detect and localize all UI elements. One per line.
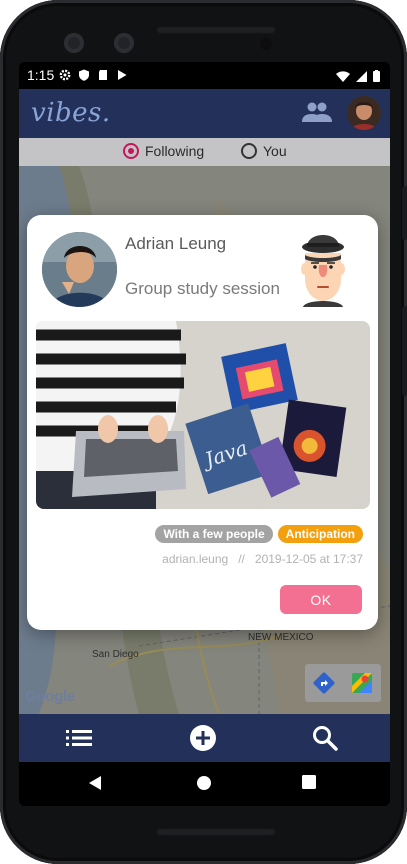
recents-button[interactable] [302, 775, 316, 794]
home-button[interactable] [196, 775, 212, 796]
signal-icon [356, 69, 367, 87]
screen: 1:15 vibes. Following You NEW MEXICO San… [19, 62, 390, 806]
recents-square-icon [302, 775, 316, 789]
google-maps-icon [352, 673, 372, 693]
battery-icon [373, 69, 380, 87]
system-navigation-bar [19, 762, 390, 806]
back-triangle-icon [89, 776, 101, 790]
sensor [260, 38, 272, 50]
map-toolbar [305, 664, 381, 702]
front-camera-2 [114, 33, 134, 53]
list-icon [66, 730, 92, 746]
study-photo: Java [36, 321, 370, 509]
home-circle-icon [197, 776, 211, 790]
post-tags: With a few people Anticipation [155, 525, 363, 543]
power-button [402, 186, 407, 240]
profile-avatar-button[interactable] [347, 96, 381, 130]
wifi-icon [336, 69, 350, 87]
add-circle-icon [190, 725, 216, 751]
post-dialog: Adrian Leung Group study session Java Wi… [27, 215, 378, 630]
sd-card-icon [97, 68, 109, 80]
directions-button[interactable] [305, 664, 343, 702]
bottom-navigation [19, 714, 390, 762]
volume-button [402, 306, 407, 396]
play-store-icon [116, 68, 128, 80]
mood-emoji-icon [291, 229, 355, 307]
filter-you-radio[interactable]: You [241, 143, 287, 159]
shield-icon [78, 68, 90, 81]
filter-you-label: You [263, 143, 287, 159]
status-bar: 1:15 [19, 62, 390, 89]
directions-icon [313, 672, 335, 694]
filter-following-radio[interactable]: Following [123, 143, 204, 159]
post-title: Group study session [125, 279, 280, 298]
post-meta: adrian.leung // 2019-12-05 at 17:37 [162, 552, 363, 566]
map-label-new-mexico: NEW MEXICO [248, 632, 314, 643]
feed-filter-bar: Following You [19, 138, 390, 166]
google-attribution: Google [25, 688, 75, 705]
phone-frame: 1:15 vibes. Following You NEW MEXICO San… [0, 0, 407, 864]
nav-add-button[interactable] [187, 722, 219, 754]
meta-separator: // [238, 552, 245, 566]
ok-button[interactable]: OK [280, 585, 362, 614]
radio-unselected-icon [241, 143, 257, 159]
people-icon [302, 102, 332, 122]
tag-company: With a few people [155, 525, 273, 543]
filter-following-label: Following [145, 143, 205, 159]
post-timestamp: 2019-12-05 at 17:37 [254, 552, 363, 566]
app-bar: vibes. [19, 89, 390, 138]
nav-list-button[interactable] [63, 722, 95, 754]
map-label-san-diego: San Diego [92, 649, 139, 660]
nav-search-button[interactable] [309, 722, 341, 754]
post-photo: Java [36, 321, 370, 509]
search-icon [313, 726, 338, 751]
app-logo: vibes. [31, 98, 111, 128]
post-author-name: Adrian Leung [125, 234, 227, 253]
earpiece [156, 26, 276, 34]
friends-button[interactable] [301, 100, 333, 126]
radio-selected-icon [123, 143, 139, 159]
open-in-maps-button[interactable] [343, 664, 381, 702]
author-photo [42, 232, 117, 307]
bottom-speaker [156, 828, 276, 836]
tag-emotion: Anticipation [277, 525, 363, 543]
back-button[interactable] [88, 775, 102, 796]
author-avatar [42, 232, 117, 307]
avatar [347, 96, 381, 130]
front-camera [64, 33, 84, 53]
settings-gear-icon [59, 68, 71, 81]
status-time: 1:15 [27, 67, 55, 83]
post-author-handle: adrian.leung [162, 552, 229, 566]
